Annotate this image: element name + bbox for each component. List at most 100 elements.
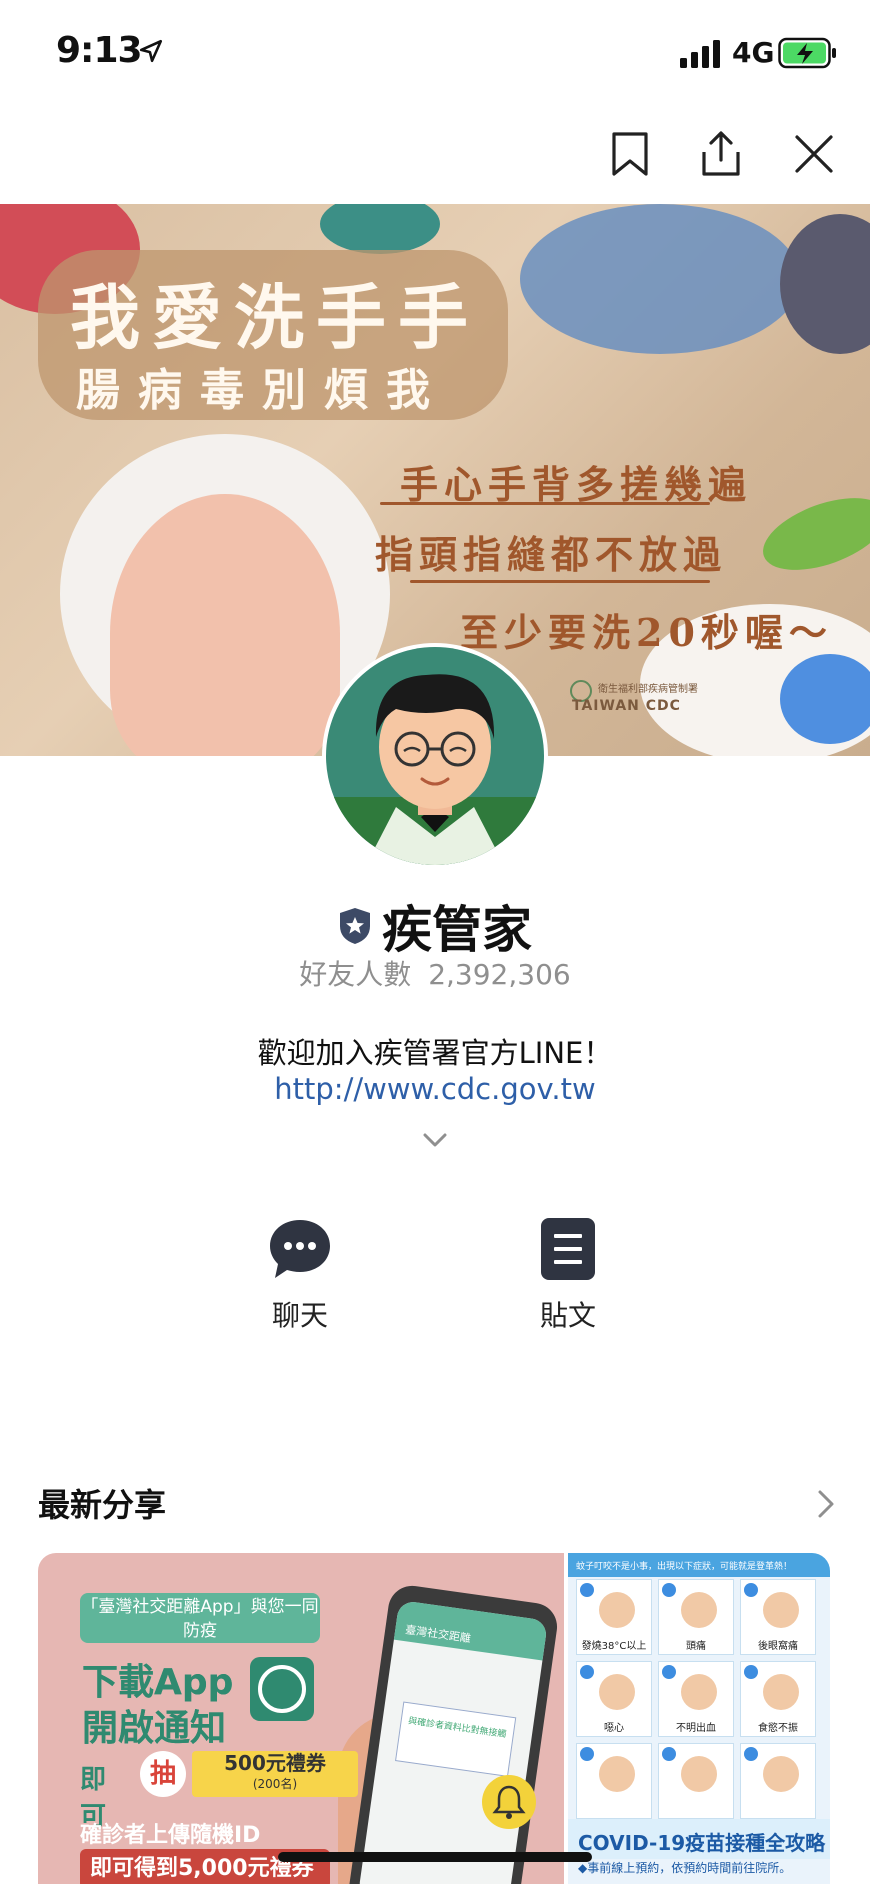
close-button[interactable] (788, 128, 840, 180)
checkmark-icon (580, 1665, 594, 1679)
chat-button[interactable]: 聊天 (230, 1216, 370, 1336)
latest-card[interactable]: 臺灣社交距離 與確診者資料比對無接觸 「臺灣社交距離App」與您一同防疫 下載A… (38, 1553, 564, 1884)
germ-illustration (320, 204, 440, 254)
share-button[interactable] (695, 128, 747, 180)
symptom-cell: 後眼窩痛 (740, 1579, 816, 1655)
symptom-illustration (599, 1756, 635, 1792)
checkmark-icon (662, 1665, 676, 1679)
prize-count: (200名) (252, 1777, 298, 1791)
avatar-illustration (326, 647, 544, 865)
latest-section-header[interactable]: 最新分享 (38, 1480, 838, 1524)
hand-illustration (110, 494, 340, 756)
profile-name-row: 疾管家 (0, 890, 870, 962)
symptom-label: 不明出血 (676, 1723, 716, 1734)
clock-face (258, 1665, 306, 1713)
friend-count-label: 好友人數 (299, 958, 412, 991)
chat-bubble-icon (270, 1220, 330, 1278)
status-bar: 9:13 4G (0, 0, 870, 100)
symptom-cell: 噁心 (576, 1661, 652, 1737)
covid-title: COVID-19疫苗接種全攻略 (568, 1819, 830, 1859)
checkmark-icon (662, 1583, 676, 1597)
checkmark-icon (744, 1747, 758, 1761)
clock-icon (250, 1657, 314, 1721)
posts-label: 貼文 (539, 1299, 596, 1332)
profile-name: 疾管家 (382, 901, 532, 959)
promo-upload-text: 確診者上傳隨機ID (80, 1823, 261, 1848)
signal-bars-icon (680, 40, 720, 68)
water-splash-illustration (520, 204, 800, 354)
share-icon (702, 131, 740, 176)
latest-section-title: 最新分享 (38, 1486, 167, 1524)
germ-illustration (753, 483, 870, 585)
checkmark-icon (744, 1665, 758, 1679)
cover-underline (410, 580, 710, 583)
germ-illustration (780, 214, 870, 354)
lottery-badge: 抽 (140, 1751, 186, 1797)
symptom-cell (576, 1743, 652, 1819)
phone-illustration: 臺灣社交距離 與確診者資料比對無接觸 (345, 1582, 561, 1884)
checkmark-icon (662, 1747, 676, 1761)
symptom-label: 後眼窩痛 (758, 1641, 798, 1652)
bookmark-icon (612, 132, 648, 176)
avatar[interactable] (322, 643, 548, 869)
mascot-portrait-icon (326, 674, 544, 865)
chevron-right-icon[interactable] (814, 1488, 838, 1520)
cover-org-name: TAIWAN CDC (572, 698, 681, 714)
symptom-illustration (763, 1592, 799, 1628)
symptom-cell: 發燒38°C以上 (576, 1579, 652, 1655)
latest-card[interactable]: 蚊子叮咬不是小事，出現以下症狀，可能就是登革熱！ 發燒38°C以上 頭痛 後眼窩痛噁… (568, 1553, 830, 1884)
status-time: 9:13 (56, 30, 143, 71)
promo-headline: 下載App (82, 1662, 234, 1703)
symptom-illustration (681, 1674, 717, 1710)
dengue-header: 蚊子叮咬不是小事，出現以下症狀，可能就是登革熱！ (568, 1553, 830, 1577)
symptom-illustration (599, 1592, 635, 1628)
phone-app-title: 臺灣社交距離 (393, 1600, 549, 1661)
cover-text-line: 手心手背多搓幾遍 (400, 462, 753, 507)
symptom-illustration (599, 1674, 635, 1710)
bell-icon (482, 1775, 536, 1829)
symptom-cell: 食慾不振 (740, 1661, 816, 1737)
symptom-label: 頭痛 (686, 1641, 706, 1652)
symptom-label: 發燒38°C以上 (581, 1641, 647, 1652)
symptom-label: 噁心 (604, 1723, 624, 1734)
symptom-label: 食慾不振 (758, 1723, 798, 1734)
battery-charging-icon (778, 37, 836, 69)
friend-count: 好友人數 2,392,306 (0, 953, 870, 993)
symptom-illustration (681, 1592, 717, 1628)
covid-subtitle: ◆事前線上預約，依預約時間前往院所。 (578, 1861, 792, 1875)
posts-button[interactable]: 貼文 (498, 1216, 638, 1336)
location-arrow-icon (139, 39, 163, 63)
phone-status-box: 與確診者資料比對無接觸 (395, 1701, 517, 1777)
cover-text-line: 至少要洗20秒喔～ (460, 610, 833, 655)
bell-glyph (492, 1785, 526, 1819)
checkmark-icon (580, 1747, 594, 1761)
bookmark-button[interactable] (604, 128, 656, 180)
cover-org-subtitle: 衛生福利部疾病管制署 (598, 684, 698, 695)
network-label: 4G (732, 36, 775, 69)
checkmark-icon (744, 1583, 758, 1597)
promo-headline: 開啟通知 (82, 1708, 227, 1749)
symptom-illustration (763, 1674, 799, 1710)
profile-description: 歡迎加入疾管署官方LINE！ (257, 1036, 613, 1070)
phone-screen: 臺灣社交距離 與確診者資料比對無接觸 (357, 1600, 549, 1884)
posts-document-icon (541, 1218, 595, 1280)
close-icon (795, 135, 833, 173)
symptom-cell: 頭痛 (658, 1579, 734, 1655)
checkmark-icon (580, 1583, 594, 1597)
friend-count-value: 2,392,306 (428, 958, 571, 991)
promo-banner: 「臺灣社交距離App」與您一同防疫 (80, 1593, 320, 1643)
home-indicator (278, 1852, 592, 1862)
cover-text-line: 指頭指縫都不放過 (375, 532, 728, 577)
verified-shield-icon (340, 908, 370, 944)
symptom-cell (658, 1743, 734, 1819)
prize-amount: 500元禮券 (224, 1751, 326, 1775)
chat-label: 聊天 (271, 1299, 328, 1332)
prize-box: 500元禮券 (200名) (192, 1751, 358, 1797)
top-toolbar (0, 100, 870, 204)
cover-subtitle: 腸病毒別煩我 (76, 365, 448, 416)
symptom-illustration (681, 1756, 717, 1792)
expand-chevron-icon[interactable] (420, 1128, 450, 1152)
profile-link[interactable]: http://www.cdc.gov.tw (0, 1072, 870, 1106)
symptom-illustration (763, 1756, 799, 1792)
cover-underline (380, 502, 710, 505)
